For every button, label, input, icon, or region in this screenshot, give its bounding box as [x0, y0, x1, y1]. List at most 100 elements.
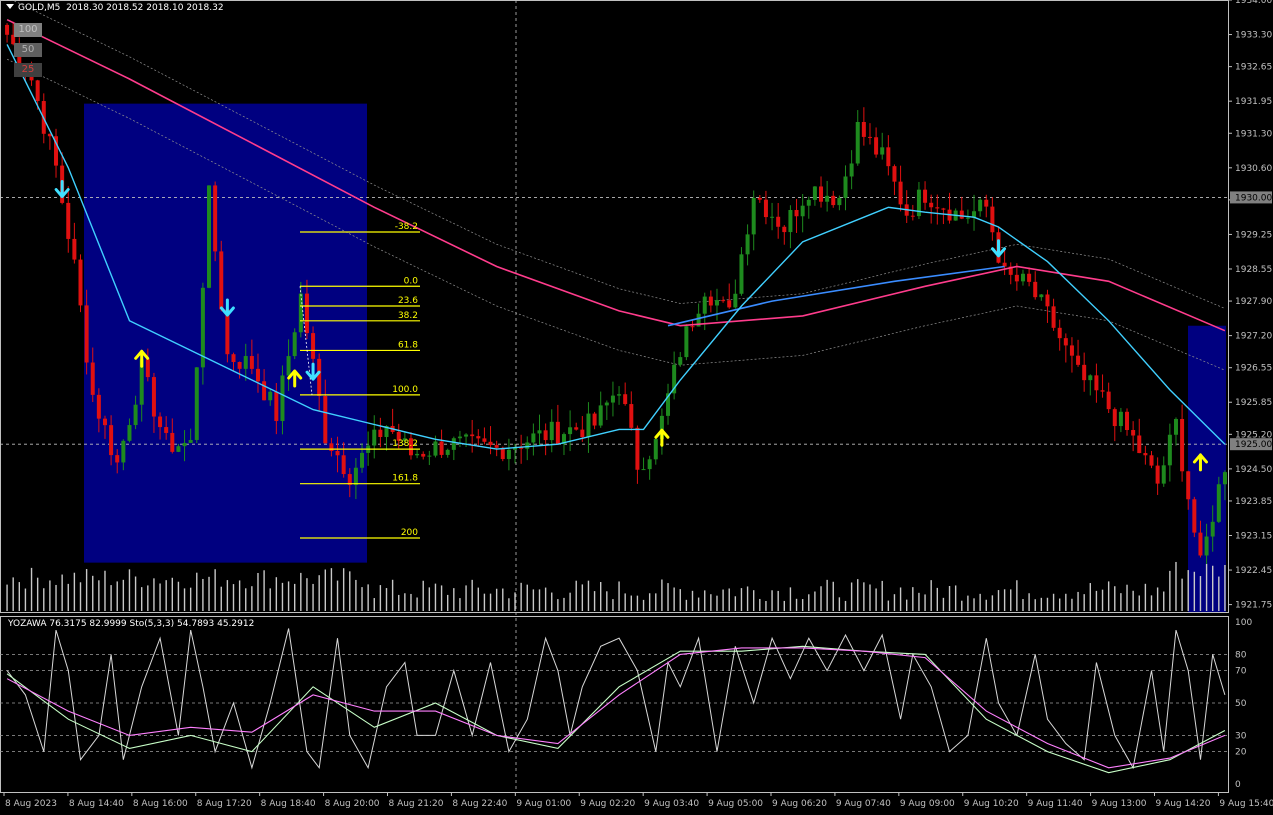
candle-body — [1039, 294, 1044, 298]
time-tick-label: 9 Aug 15:40 — [1219, 799, 1273, 809]
candle-body — [708, 296, 713, 306]
candle-body — [329, 443, 334, 452]
time-tick-label: 8 Aug 20:00 — [325, 799, 380, 809]
time-tick-label: 8 Aug 17:20 — [197, 799, 252, 809]
candle-body — [978, 199, 983, 212]
candle-body — [72, 238, 77, 260]
candle-body — [1192, 499, 1197, 533]
osc-tick-label: 30 — [1235, 731, 1247, 741]
candle-body — [457, 436, 462, 439]
candle-body — [745, 234, 750, 255]
candle-body — [121, 440, 126, 463]
candle-body — [965, 217, 970, 219]
candle-body — [133, 404, 138, 426]
candle-body — [653, 439, 658, 460]
candle-body — [90, 362, 95, 395]
candle-body — [880, 147, 885, 155]
ohlc-readout: 2018.30 2018.52 2018.10 2018.32 — [66, 3, 224, 13]
candle-body — [1180, 418, 1185, 472]
candle-body — [1106, 391, 1111, 410]
candle-body — [812, 186, 817, 200]
candle-body — [543, 430, 548, 441]
candle-body — [482, 438, 487, 442]
fib-level-label: 100.0 — [392, 385, 418, 395]
price-tick-label: 1929.25 — [1235, 230, 1272, 240]
candle-body — [537, 430, 542, 434]
candle-body — [1204, 536, 1209, 556]
price-tick-label: 1923.85 — [1235, 497, 1272, 507]
size-button-25[interactable]: 25 — [14, 63, 42, 77]
candle-body — [1149, 455, 1154, 466]
candle-body — [586, 413, 591, 438]
candle-body — [531, 433, 536, 443]
candle-body — [445, 449, 450, 455]
candle-body — [1082, 364, 1087, 381]
candle-body — [1173, 418, 1178, 435]
candle-body — [598, 405, 603, 426]
size-button-100[interactable]: 100 — [14, 23, 42, 37]
candle-body — [990, 206, 995, 233]
candle-body — [170, 432, 175, 452]
candle-body — [115, 455, 120, 463]
time-tick-label: 9 Aug 03:40 — [644, 799, 699, 809]
candle-body — [549, 421, 554, 441]
trading-chart[interactable]: -38.2 0.0 23.6 38.2 61.8 100.0 138.2 161.8 200 19… — [0, 0, 1273, 811]
candle-body — [751, 197, 756, 235]
fib-level-label: 23.6 — [398, 296, 418, 306]
time-tick-label: 8 Aug 22:40 — [452, 799, 507, 809]
collapse-triangle-icon[interactable] — [6, 4, 14, 9]
candle-body — [262, 381, 267, 401]
candle-body — [1118, 411, 1123, 427]
candle-body — [1137, 435, 1142, 454]
candle-body — [819, 186, 824, 202]
symbol-timeframe: GOLD,M5 — [18, 3, 61, 13]
candle-body — [739, 254, 744, 294]
candle-body — [592, 413, 597, 426]
time-tick-label: 8 Aug 18:40 — [261, 799, 316, 809]
candle-body — [249, 356, 254, 369]
candle-body — [935, 207, 940, 209]
candle-body — [237, 362, 242, 369]
time-tick-label: 9 Aug 07:40 — [836, 799, 891, 809]
time-tick-label: 8 Aug 14:40 — [69, 799, 124, 809]
size-button-50[interactable]: 50 — [14, 43, 42, 57]
sell-arrow-icon — [991, 239, 1006, 258]
price-tick-label: 1922.45 — [1235, 566, 1272, 576]
time-tick-label: 9 Aug 06:20 — [772, 799, 827, 809]
candle-body — [506, 449, 511, 460]
candle-body — [923, 189, 928, 203]
candle-body — [867, 136, 872, 138]
candle-body — [702, 296, 707, 314]
candle-body — [1069, 345, 1074, 356]
candle-body — [623, 394, 628, 405]
price-marker-label: 1930.00 — [1235, 193, 1272, 203]
candle-body — [1161, 465, 1166, 484]
candle-body — [886, 147, 891, 167]
candle-body — [421, 453, 426, 457]
candle-body — [151, 377, 156, 417]
candle-body — [843, 176, 848, 198]
candle-body — [102, 418, 107, 426]
candle-body — [1186, 471, 1191, 500]
candle-body — [255, 368, 260, 382]
candle-body — [323, 396, 328, 444]
candle-body — [1125, 411, 1130, 431]
osc-tick-label: 50 — [1235, 699, 1247, 709]
price-chart[interactable]: -38.20.023.638.261.8100.0138.2161.820019… — [0, 0, 1273, 811]
fib-level-label: 138.2 — [392, 439, 418, 449]
price-tick-label: 1924.50 — [1235, 465, 1272, 475]
candle-body — [849, 163, 854, 177]
candle-body — [109, 425, 114, 456]
candle-body — [439, 441, 444, 455]
candle-body — [35, 80, 40, 102]
candle-body — [855, 121, 860, 164]
candle-body — [5, 24, 10, 35]
time-tick-label: 9 Aug 09:00 — [900, 799, 955, 809]
price-tick-label: 1930.60 — [1235, 164, 1272, 174]
candle-body — [604, 402, 609, 406]
candle-body — [66, 202, 71, 239]
candle-body — [470, 434, 475, 437]
candle-body — [629, 404, 634, 428]
osc-line-yozawa — [6, 628, 1226, 770]
candle-body — [1033, 281, 1038, 298]
